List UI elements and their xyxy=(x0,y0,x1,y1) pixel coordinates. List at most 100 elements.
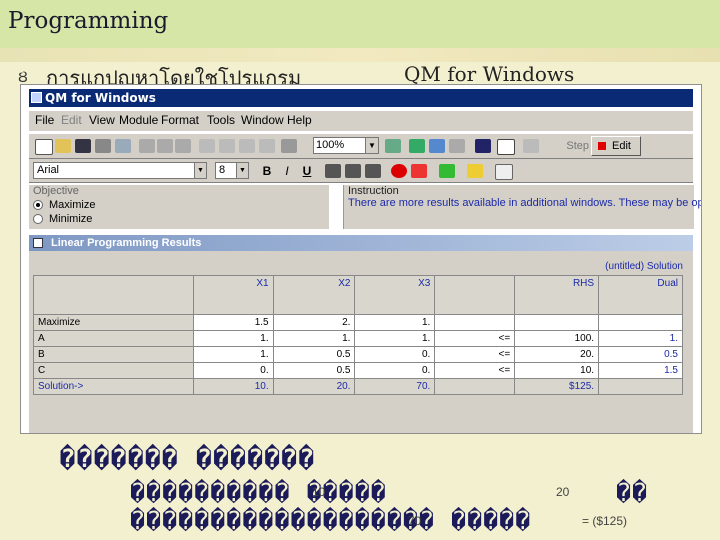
header-cell[interactable] xyxy=(33,275,194,315)
cell[interactable]: 0.5 xyxy=(598,346,683,363)
grid-icon[interactable] xyxy=(495,164,513,180)
chevron-down-icon[interactable]: ▼ xyxy=(194,163,206,178)
menu-module[interactable]: Module xyxy=(119,113,158,127)
text-color-icon[interactable] xyxy=(411,164,427,178)
cell[interactable]: <= xyxy=(434,362,516,379)
menu-view[interactable]: View xyxy=(89,113,115,127)
row-label[interactable]: A xyxy=(33,330,194,347)
header-cell[interactable]: Dual xyxy=(598,275,683,315)
cell[interactable]: 20. xyxy=(272,378,356,395)
menu-edit[interactable]: Edit xyxy=(61,113,82,127)
paste-icon[interactable] xyxy=(175,139,191,153)
cell[interactable]: 1. xyxy=(598,330,683,347)
cell[interactable]: 0. xyxy=(354,346,436,363)
solution-row: Solution-> 10. 20. 70. $125. xyxy=(33,378,683,395)
bold-button[interactable]: B xyxy=(259,163,275,179)
app-icon[interactable] xyxy=(31,92,42,103)
window-titlebar[interactable]: QM for Windows xyxy=(29,89,693,107)
cell[interactable]: 0.5 xyxy=(272,346,356,363)
row-label[interactable]: Maximize xyxy=(33,314,194,331)
chart-icon[interactable] xyxy=(409,139,425,153)
step-icon[interactable] xyxy=(523,139,539,153)
cell[interactable]: 1. xyxy=(192,346,274,363)
font-size-select[interactable]: 8 ▼ xyxy=(215,162,249,179)
row-label[interactable]: Solution-> xyxy=(33,378,194,395)
cell[interactable]: 10. xyxy=(192,378,274,395)
insert-row-icon[interactable] xyxy=(199,139,215,153)
cell[interactable]: $125. xyxy=(514,378,600,395)
zero-format-icon[interactable] xyxy=(391,164,407,178)
cell[interactable]: 100. xyxy=(514,330,600,347)
menu-tools[interactable]: Tools xyxy=(207,113,235,127)
time-icon[interactable] xyxy=(259,139,275,153)
cell[interactable] xyxy=(434,378,516,395)
screen-icon[interactable] xyxy=(385,139,401,153)
header-cell[interactable]: X2 xyxy=(272,275,356,315)
objective-legend: Objective xyxy=(33,185,79,197)
help-pointer-icon[interactable] xyxy=(475,139,491,153)
cell[interactable] xyxy=(514,314,600,331)
menu-format[interactable]: Format xyxy=(161,113,199,127)
row-label[interactable]: B xyxy=(33,346,194,363)
new-file-icon[interactable] xyxy=(35,139,53,155)
calculator-icon[interactable] xyxy=(429,139,445,153)
chevron-down-icon[interactable]: ▼ xyxy=(236,163,248,178)
print-icon[interactable] xyxy=(95,139,111,153)
cut-icon[interactable] xyxy=(139,139,155,153)
row-label[interactable]: C xyxy=(33,362,194,379)
header-cell[interactable] xyxy=(434,275,516,315)
results-table: X1 X2 X3 RHS Dual Maximize 1.5 2. 1. A 1… xyxy=(33,275,683,395)
delete-column-icon[interactable] xyxy=(239,139,255,153)
open-folder-icon[interactable] xyxy=(55,139,71,153)
cell[interactable]: 70. xyxy=(354,378,436,395)
highlight-icon[interactable] xyxy=(467,164,483,178)
cell[interactable]: 1. xyxy=(354,314,436,331)
edit-button[interactable]: Edit xyxy=(591,136,641,156)
menu-window[interactable]: Window xyxy=(241,113,284,127)
slide-body-line-2-tail: �� xyxy=(616,478,649,507)
cell[interactable]: 1. xyxy=(192,330,274,347)
save-icon[interactable] xyxy=(75,139,91,153)
cell[interactable]: 20. xyxy=(514,346,600,363)
print-preview-icon[interactable] xyxy=(115,139,131,153)
header-cell[interactable]: X1 xyxy=(192,275,274,315)
cell[interactable]: 10. xyxy=(514,362,600,379)
cell[interactable] xyxy=(598,378,683,395)
results-window-icon xyxy=(33,238,43,248)
menu-file[interactable]: File xyxy=(35,113,54,127)
align-left-icon[interactable] xyxy=(325,164,341,178)
cell[interactable] xyxy=(434,314,516,331)
cell[interactable]: 1. xyxy=(354,330,436,347)
step-button[interactable]: Step xyxy=(539,137,589,155)
slide-body-line-1: ������� ������� xyxy=(60,444,316,473)
tools-icon[interactable] xyxy=(449,139,465,153)
header-cell[interactable]: X3 xyxy=(354,275,436,315)
cell[interactable] xyxy=(598,314,683,331)
cell[interactable]: 2. xyxy=(272,314,356,331)
results-titlebar[interactable]: Linear Programming Results xyxy=(29,235,693,251)
align-center-icon[interactable] xyxy=(345,164,361,178)
cell-icon[interactable] xyxy=(281,139,297,153)
zoom-select[interactable]: 100% ▼ xyxy=(313,137,379,154)
help-question-icon[interactable] xyxy=(497,139,515,155)
align-right-icon[interactable] xyxy=(365,164,381,178)
underline-button[interactable]: U xyxy=(299,163,315,179)
cell[interactable]: <= xyxy=(434,330,516,347)
cell[interactable]: 0. xyxy=(354,362,436,379)
cell[interactable]: 1.5 xyxy=(598,362,683,379)
header-cell[interactable]: RHS xyxy=(514,275,600,315)
cell[interactable]: 0.5 xyxy=(272,362,356,379)
chevron-down-icon[interactable]: ▼ xyxy=(365,138,378,153)
radio-unselected-icon[interactable] xyxy=(33,214,43,224)
cell[interactable]: 1.5 xyxy=(192,314,274,331)
cell[interactable]: 1. xyxy=(272,330,356,347)
fill-color-icon[interactable] xyxy=(439,164,455,178)
font-name-select[interactable]: Arial ▼ xyxy=(33,162,207,179)
insert-column-icon[interactable] xyxy=(219,139,235,153)
copy-icon[interactable] xyxy=(157,139,173,153)
menu-help[interactable]: Help xyxy=(287,113,312,127)
radio-selected-icon[interactable] xyxy=(33,200,43,210)
cell[interactable]: <= xyxy=(434,346,516,363)
cell[interactable]: 0. xyxy=(192,362,274,379)
italic-button[interactable]: I xyxy=(279,163,295,179)
